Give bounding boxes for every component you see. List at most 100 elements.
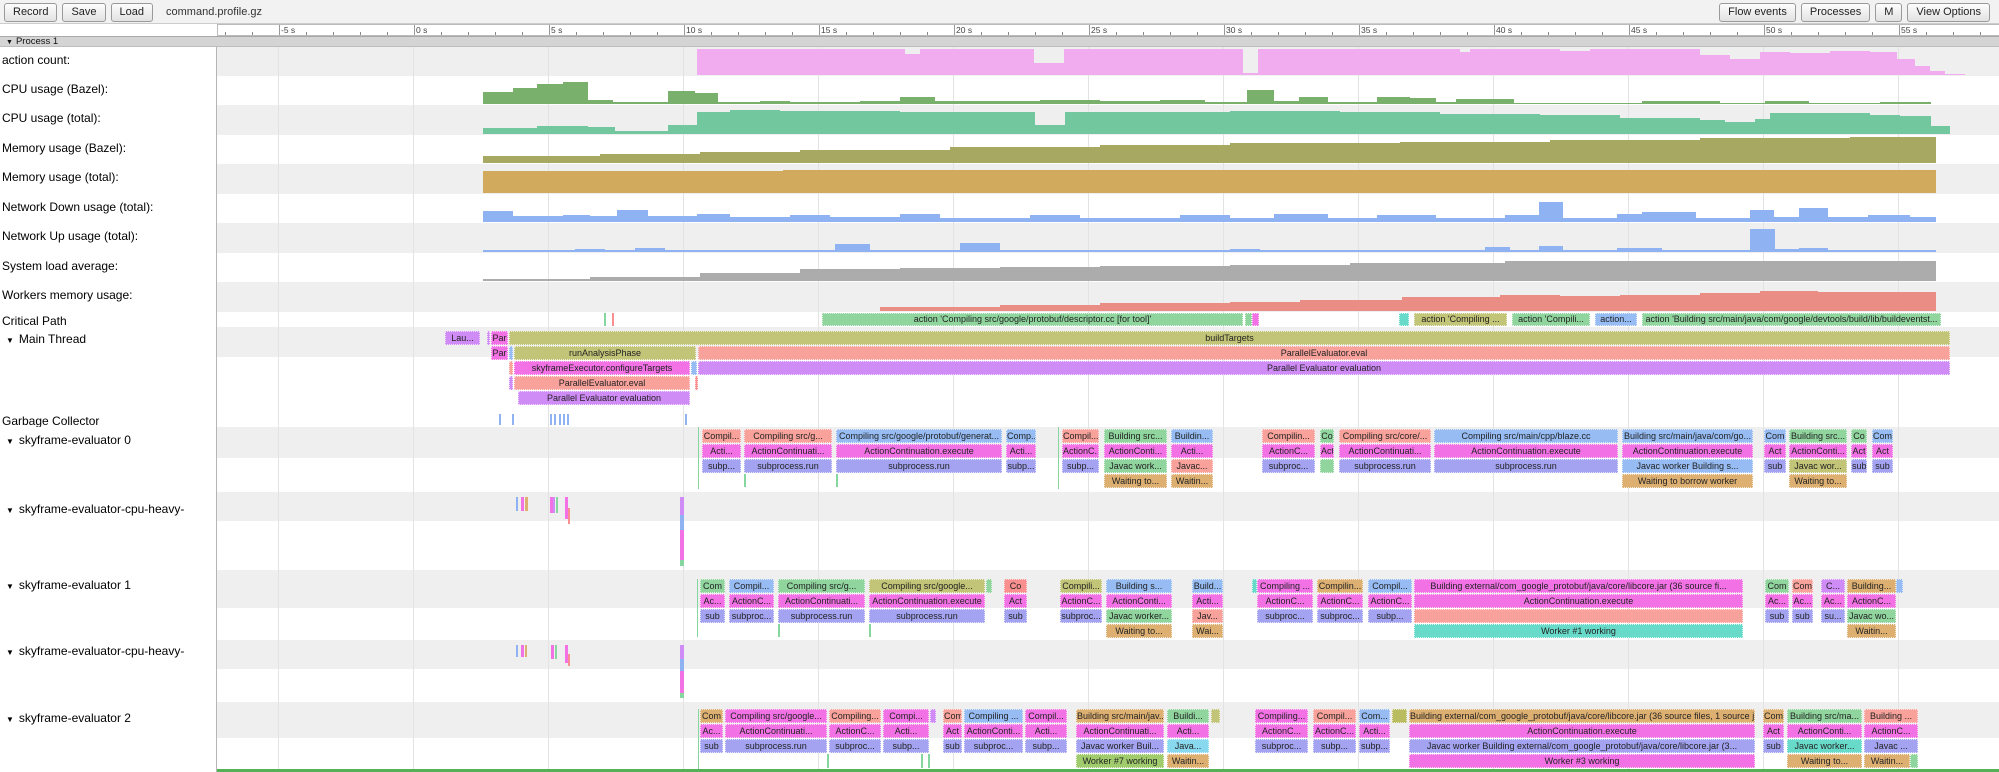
trace-block[interactable]: Ac... — [700, 724, 723, 738]
track-label-main[interactable]: ▼Main Thread — [0, 327, 217, 346]
trace-block[interactable]: ActionContinuati... — [1076, 724, 1164, 738]
trace-tick[interactable] — [604, 313, 606, 326]
collapse-triangle-icon[interactable]: ▼ — [6, 336, 14, 345]
trace-block[interactable]: Building src/main/java/com/go... — [1622, 429, 1753, 443]
trace-block[interactable]: sub — [1851, 459, 1867, 473]
trace-block[interactable]: subproc... — [1262, 459, 1315, 473]
trace-block[interactable]: Act — [1320, 444, 1334, 458]
trace-block[interactable]: Acti... — [1167, 724, 1209, 738]
trace-block[interactable]: Waiting to borrow worker — [1622, 474, 1753, 488]
trace-block[interactable]: Compiling src/main/cpp/blaze.cc — [1434, 429, 1618, 443]
trace-block[interactable]: Waiting to... — [1787, 754, 1862, 768]
trace-block[interactable]: ActionConti... — [1106, 594, 1172, 608]
collapse-triangle-icon[interactable]: ▼ — [6, 506, 14, 515]
trace-tick[interactable] — [525, 645, 527, 657]
trace-block[interactable]: ActionC... — [1262, 444, 1315, 458]
flow-events-button[interactable]: Flow events — [1719, 3, 1796, 22]
trace-tick[interactable] — [680, 560, 684, 566]
trace-tick[interactable] — [698, 709, 699, 771]
trace-block[interactable]: sub — [943, 739, 962, 753]
trace-block[interactable]: Com — [943, 709, 962, 723]
trace-tick[interactable] — [567, 414, 569, 425]
counter-chart-mem_total[interactable] — [217, 164, 1999, 194]
trace-block[interactable]: Par — [491, 331, 508, 345]
trace-block[interactable]: subp... — [1359, 739, 1390, 753]
trace-block[interactable]: subp... — [1006, 459, 1036, 473]
trace-block[interactable] — [1399, 313, 1409, 326]
trace-block[interactable]: Buildi... — [1167, 709, 1209, 723]
trace-block[interactable]: Com — [1765, 579, 1789, 593]
track-label-eval1[interactable]: ▼skyframe-evaluator 1 — [0, 570, 217, 592]
counter-chart-net_up[interactable] — [217, 223, 1999, 253]
trace-block[interactable]: Building s... — [1106, 579, 1172, 593]
trace-block[interactable]: Acti... — [1025, 724, 1067, 738]
trace-block[interactable] — [695, 376, 698, 390]
trace-block[interactable] — [691, 361, 697, 375]
trace-block[interactable]: Act — [1851, 444, 1867, 458]
trace-block[interactable]: Building external/com_google_protobuf/ja… — [1414, 579, 1743, 593]
track-label-eval2[interactable]: ▼skyframe-evaluator 2 — [0, 702, 217, 725]
trace-block[interactable]: Javac wor... — [1789, 459, 1847, 473]
trace-tick[interactable] — [680, 515, 684, 530]
trace-block[interactable]: ActionConti... — [964, 724, 1023, 738]
trace-block[interactable]: ActionContinuati... — [725, 724, 827, 738]
trace-block[interactable]: Compiling ... — [1257, 579, 1313, 593]
trace-block[interactable]: buildTargets — [509, 331, 1950, 345]
trace-block[interactable]: ActionC... — [1864, 724, 1918, 738]
trace-block[interactable]: sub — [1765, 609, 1789, 623]
trace-tick[interactable] — [685, 414, 687, 425]
trace-block[interactable]: subproc... — [1317, 609, 1363, 623]
trace-block[interactable]: subp... — [1313, 739, 1356, 753]
trace-block[interactable]: subp... — [1025, 739, 1067, 753]
trace-block[interactable]: ActionContinuation.execute — [1622, 444, 1753, 458]
trace-block[interactable]: Act — [1763, 724, 1784, 738]
trace-block[interactable]: subp... — [883, 739, 929, 753]
record-button[interactable]: Record — [4, 3, 57, 22]
counter-chart-cpu_total[interactable] — [217, 105, 1999, 135]
trace-block[interactable]: Worker #7 working — [1076, 754, 1164, 768]
trace-tick[interactable] — [499, 414, 501, 425]
trace-block[interactable]: subprocess.run — [744, 459, 832, 473]
trace-block[interactable]: subproc... — [729, 609, 774, 623]
trace-block[interactable] — [986, 579, 992, 593]
trace-block[interactable]: subproc... — [964, 739, 1023, 753]
trace-block[interactable]: sub — [700, 609, 725, 623]
trace-tick[interactable] — [612, 313, 614, 326]
track-label-cpuh1[interactable]: ▼skyframe-evaluator-cpu-heavy- — [0, 492, 217, 516]
trace-block[interactable]: Ac... — [1765, 594, 1789, 608]
trace-block[interactable]: Java... — [1167, 739, 1209, 753]
trace-block[interactable]: Jav... — [1192, 609, 1223, 623]
trace-block[interactable]: Com — [700, 579, 725, 593]
trace-tick[interactable] — [559, 414, 561, 425]
trace-tick[interactable] — [836, 474, 838, 487]
trace-block[interactable]: Waiting to... — [1106, 624, 1172, 638]
trace-block[interactable]: subp... — [1062, 459, 1099, 473]
trace-block[interactable]: Compiling... — [1255, 709, 1308, 723]
trace-block[interactable]: Compiling src/g... — [744, 429, 832, 443]
trace-block[interactable]: ActionContinuation.execute — [1409, 724, 1755, 738]
trace-block[interactable]: ActionContinuation.execute — [869, 594, 985, 608]
trace-block[interactable]: subprocess.run — [778, 609, 865, 623]
trace-block[interactable]: Ac... — [700, 594, 725, 608]
trace-block[interactable]: Building... — [1847, 579, 1896, 593]
trace-block[interactable]: Building external/com_google_protobuf/ja… — [1409, 709, 1755, 723]
trace-block[interactable]: Compi... — [883, 709, 929, 723]
trace-block[interactable]: Lau... — [445, 331, 480, 345]
trace-tick[interactable] — [551, 645, 554, 659]
trace-block[interactable] — [1910, 754, 1918, 768]
trace-block[interactable]: Compilin... — [1262, 429, 1315, 443]
trace-block[interactable]: subprocess.run — [836, 459, 1002, 473]
trace-block[interactable]: ActionContinuation.execute — [1434, 444, 1618, 458]
trace-block[interactable]: Building src/main/jav... — [1076, 709, 1164, 723]
trace-block[interactable]: ParallelEvaluator.eval — [514, 376, 690, 390]
trace-block[interactable] — [1252, 313, 1259, 326]
trace-block[interactable]: Par — [491, 346, 508, 360]
trace-block[interactable]: sub — [1872, 459, 1893, 473]
trace-block[interactable]: ActionC... — [1062, 444, 1099, 458]
trace-block[interactable]: Act — [1872, 444, 1893, 458]
trace-tick[interactable] — [512, 414, 514, 425]
trace-block[interactable] — [1211, 709, 1220, 723]
view-options-button[interactable]: View Options — [1907, 3, 1990, 22]
trace-block[interactable]: sub — [1763, 739, 1784, 753]
trace-block[interactable]: Com — [1872, 429, 1893, 443]
